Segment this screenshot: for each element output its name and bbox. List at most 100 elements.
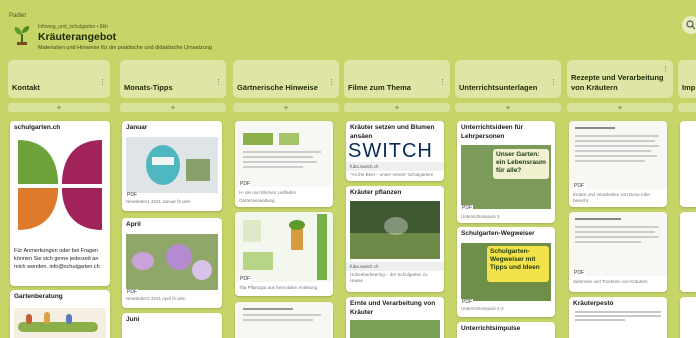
pdf-badge: PDF xyxy=(461,205,473,211)
post-card-rezept-1[interactable]: PDF Ernten und Verarbeiten von Desa robe… xyxy=(569,121,667,207)
column-header[interactable]: Imp xyxy=(678,60,696,98)
breadcrumb: Infoweg_und_schulgarten • 8kh xyxy=(38,24,108,30)
post-image xyxy=(126,233,218,290)
post-card-leitfaden[interactable]: PDF H- ule und Blumen Leitfaden Gartenve… xyxy=(235,121,333,207)
post-title: Juni xyxy=(126,316,140,323)
post-card-april[interactable]: April PDF Newsletter2 2021 April fit ule… xyxy=(122,218,222,308)
post-image: Schulgarten-Wegweiser mit Tipps und Idee… xyxy=(461,242,551,301)
column-menu-icon[interactable]: ⋮ xyxy=(99,79,106,86)
post-title: Kräuter setzen und Blumen ansäen xyxy=(350,124,435,140)
post-image xyxy=(126,136,218,193)
post-title: Kräuter pflanzen xyxy=(350,189,402,196)
post-title: Unterrichtsimpulse xyxy=(461,325,521,332)
column-unterrichtsunterlagen: Unterrichtsunterlagen ⋮ + xyxy=(455,60,561,112)
pdf-badge: PDF xyxy=(126,192,138,198)
column-gaertnerische-hinweise: Gärtnerische Hinweise ⋮ + xyxy=(233,60,339,112)
post-body: Für Anmerkungen oder bei Fragen können S… xyxy=(14,247,100,270)
post-document-preview xyxy=(235,212,333,282)
post-card-juni[interactable]: Juni xyxy=(122,313,222,338)
post-card-januar[interactable]: Januar PDF Newsletter1 2021 Januar fit u… xyxy=(122,121,222,211)
column-title: Imp xyxy=(682,83,696,92)
post-video-thumbnail[interactable] xyxy=(350,200,440,259)
post-card-partial[interactable] xyxy=(680,297,696,338)
post-card-film-3[interactable]: Ernte und Verarbeitung von Kräuter xyxy=(346,297,444,338)
post-caption: "As the Beet – unser Verein" Schulgarten… xyxy=(350,172,434,177)
post-card-unterrichtsideen[interactable]: Unterrichtsideen für Lehrpersonen Unser … xyxy=(457,121,555,223)
column-header[interactable]: Rezepte und Verarbeitung von Kräutern ⋮ xyxy=(567,60,673,98)
post-link[interactable]: fuba.switch.ch xyxy=(346,162,444,171)
post-card-kontakt[interactable]: schulgarten.ch Für Anmerkungen oder bei … xyxy=(10,121,110,286)
column-header[interactable]: Unterrichtsunterlagen ⋮ xyxy=(455,60,561,98)
column-title: Unterrichtsunterlagen xyxy=(459,83,538,92)
post-card-rezept-2[interactable]: PDF Sammeln und Trocknen von Kräutern xyxy=(569,212,667,292)
add-post-button[interactable]: + xyxy=(567,103,673,112)
board-header: Infoweg_und_schulgarten • 8kh Kräuterang… xyxy=(12,24,212,52)
post-image: Unser Garten: ein Lebensraum für alle? xyxy=(461,145,551,209)
add-post-button[interactable]: + xyxy=(455,103,561,112)
schulgarten-logo xyxy=(18,139,102,230)
post-caption: Tita Pflanzgut aus henrotiden Anleitung xyxy=(239,285,318,290)
add-post-button[interactable]: + xyxy=(120,103,226,112)
add-post-button[interactable]: + xyxy=(344,103,450,112)
post-card-wegweiser[interactable]: Schulgarten-Wegweiser Schulgarten-Wegwei… xyxy=(457,227,555,317)
post-title: schulgarten.ch xyxy=(14,124,61,131)
post-card-gartenberatung[interactable]: Gartenberatung xyxy=(10,290,110,338)
top-bar xyxy=(0,0,696,10)
post-caption: Newsletter1 2021 Januar fit ulen xyxy=(126,198,191,204)
column-title: Rezepte und Verarbeitung von Kräutern xyxy=(571,73,664,92)
post-card-film-2[interactable]: Kräuter pflanzen fuba.switch.ch Hohenber… xyxy=(346,186,444,292)
post-card-kraeuterpesto[interactable]: Kräuterpesto xyxy=(569,297,667,338)
add-post-button[interactable]: + xyxy=(233,103,339,112)
post-title: Gartenberatung xyxy=(14,293,63,300)
column-header[interactable]: Gärtnerische Hinweise ⋮ xyxy=(233,60,339,98)
post-document-preview xyxy=(569,212,667,276)
column-menu-icon[interactable]: ⋮ xyxy=(328,79,335,86)
column-menu-icon[interactable]: ⋮ xyxy=(662,66,669,73)
column-menu-icon[interactable]: ⋮ xyxy=(439,79,446,86)
column-menu-icon[interactable]: ⋮ xyxy=(550,79,557,86)
post-title: Kräuterpesto xyxy=(573,300,614,307)
post-document-preview xyxy=(235,121,333,187)
post-image xyxy=(14,307,106,338)
column-menu-icon[interactable]: ⋮ xyxy=(215,79,222,86)
column-header[interactable]: Filme zum Thema ⋮ xyxy=(344,60,450,98)
post-image-overlay-text: Schulgarten-Wegweiser mit Tipps und Idee… xyxy=(487,245,549,282)
post-card-unterrichtsimpulse[interactable]: Unterrichtsimpulse xyxy=(457,322,555,338)
post-title: Unterrichtsideen für Lehrpersonen xyxy=(461,124,524,140)
post-caption: Hohenberbeering – der Schulgarten zu Hau… xyxy=(350,271,428,283)
column-title: Filme zum Thema xyxy=(348,83,411,92)
post-document-preview xyxy=(569,121,667,189)
column-filme: Filme zum Thema ⋮ + xyxy=(344,60,450,112)
column-rezepte: Rezepte und Verarbeitung von Kräutern ⋮ … xyxy=(567,60,673,112)
switch-logo: SWITCH xyxy=(346,140,444,162)
post-card-document[interactable] xyxy=(235,302,333,338)
app-name: Padlet xyxy=(9,13,27,19)
post-caption: H- ule und Blumen Leitfaden xyxy=(239,190,297,195)
post-link[interactable]: fuba.switch.ch xyxy=(346,261,444,271)
post-caption: Unterrichtsimpuls 4-3 xyxy=(461,305,504,311)
add-post-button[interactable] xyxy=(678,103,696,112)
pdf-badge: PDF xyxy=(239,276,251,282)
post-card-film-1[interactable]: Kräuter setzen und Blumen ansäen SWITCH … xyxy=(346,121,444,181)
column-header[interactable]: Kontakt ⋮ xyxy=(8,60,110,98)
post-document-preview xyxy=(235,302,333,338)
post-card-partial[interactable] xyxy=(680,121,696,207)
column-title: Monats-Tipps xyxy=(124,83,173,92)
post-caption: Newsletter2 2021 April fit ulen xyxy=(126,295,186,301)
column-kontakt: Kontakt ⋮ + xyxy=(8,60,110,112)
add-post-button[interactable]: + xyxy=(8,103,110,112)
column-header[interactable]: Monats-Tipps ⋮ xyxy=(120,60,226,98)
pdf-badge: PDF xyxy=(573,183,585,189)
sprout-icon xyxy=(14,26,30,45)
header-text: Infoweg_und_schulgarten • 8kh Kräuterang… xyxy=(38,24,212,52)
board-title: Kräuterangebot xyxy=(38,31,117,43)
post-caption: Unterrichtsimpuls 3 xyxy=(461,214,500,219)
search-button[interactable] xyxy=(682,16,696,34)
pdf-badge: PDF xyxy=(126,289,138,295)
post-caption: Sammeln und Trocknen von Kräutern xyxy=(573,279,648,284)
column-partial: Imp xyxy=(678,60,696,112)
post-title: April xyxy=(126,221,141,228)
post-card-partial[interactable] xyxy=(680,212,696,292)
post-title: Januar xyxy=(126,124,148,131)
post-card-pflanzgut[interactable]: PDF Tita Pflanzgut aus henrotiden Anleit… xyxy=(235,212,333,296)
